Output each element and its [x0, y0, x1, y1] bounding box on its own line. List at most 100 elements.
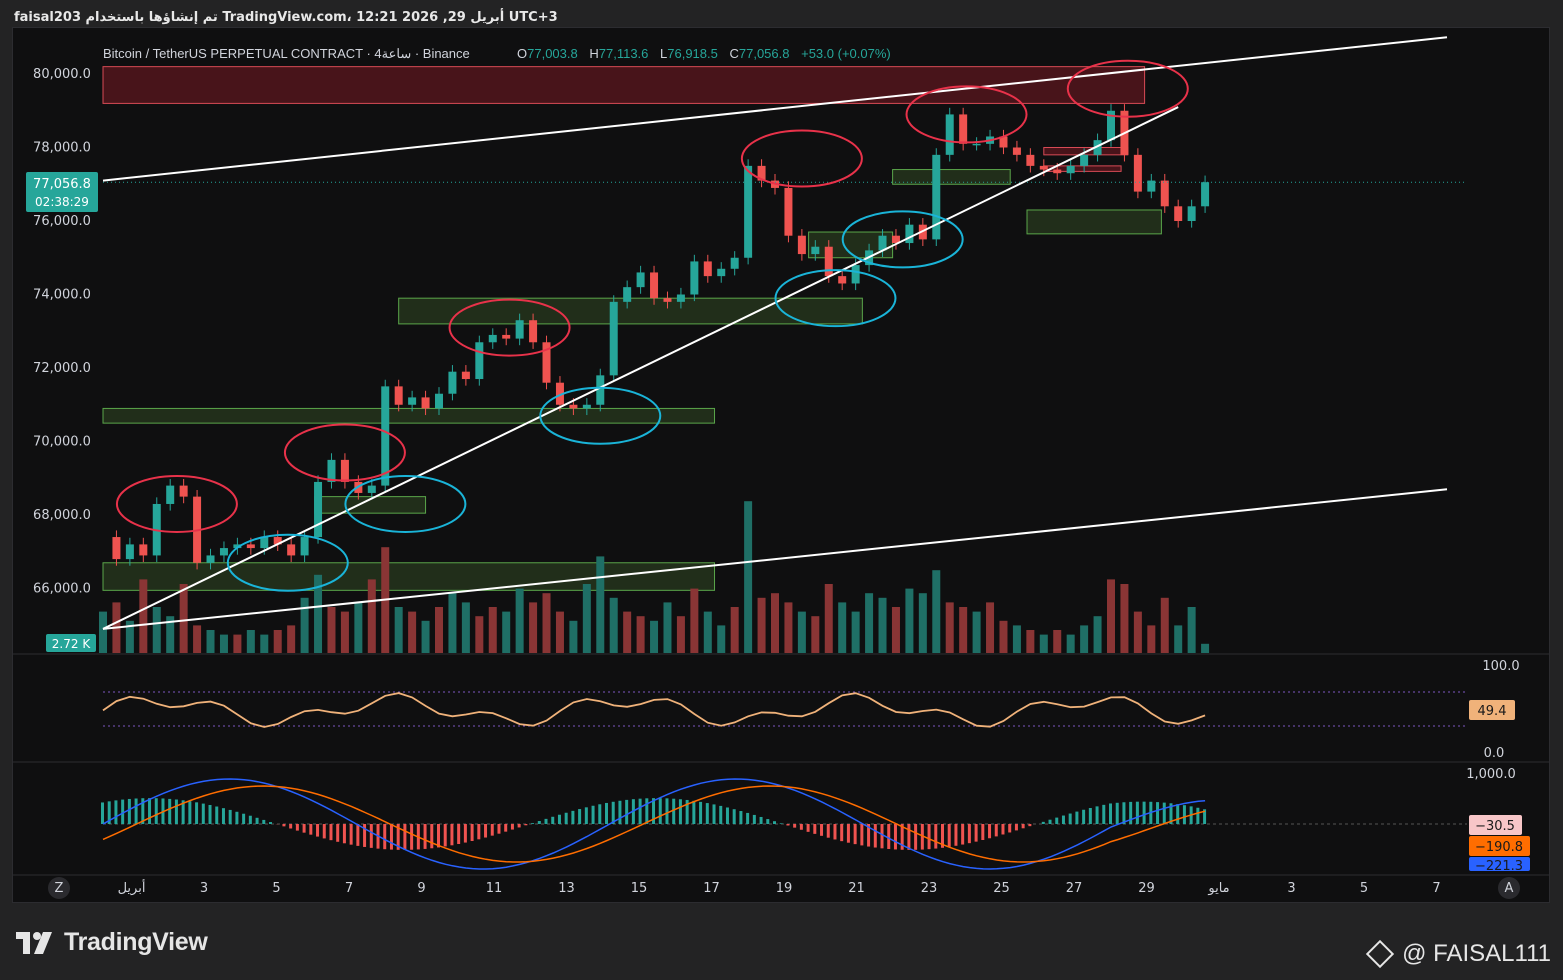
- macd-signal-tag: −190.8: [1475, 840, 1523, 855]
- macd-histogram-bar: [349, 824, 353, 845]
- l-value: 76,918.5: [667, 46, 718, 61]
- candle-body: [824, 246, 833, 277]
- volume-bar: [515, 588, 524, 653]
- macd-histogram-bar: [712, 804, 716, 824]
- macd-histogram-bar: [1109, 803, 1112, 824]
- rsi-line: [102, 692, 1206, 728]
- volume-bar: [421, 620, 430, 653]
- volume-bar: [1201, 643, 1210, 653]
- volume-bar: [1012, 625, 1021, 653]
- candle-body: [811, 246, 820, 255]
- macd-histogram-bar: [658, 798, 662, 824]
- macd-histogram-bar: [994, 824, 998, 837]
- macd-histogram-bar: [242, 813, 246, 824]
- macd-hist-tag: −30.5: [1475, 819, 1515, 834]
- macd-histogram-bar: [759, 816, 763, 824]
- macd-histogram-bar: [517, 824, 521, 828]
- candle-body: [838, 276, 847, 284]
- volume-bar: [300, 597, 309, 653]
- volume-bar: [475, 616, 484, 653]
- candle-body: [1039, 165, 1048, 170]
- volume-bar: [529, 602, 538, 653]
- macd-histogram-bar: [450, 824, 454, 846]
- volume-bar: [1066, 634, 1075, 653]
- volume-bar: [771, 593, 779, 653]
- volume-bar: [448, 593, 457, 653]
- volume-bar: [1107, 579, 1115, 653]
- macd-histogram-bar: [248, 815, 252, 824]
- macd-histogram-bar: [732, 809, 736, 824]
- h-label: H: [589, 46, 598, 61]
- macd-histogram-bar: [961, 824, 965, 845]
- macd-histogram-bar: [692, 800, 696, 824]
- macd-histogram-bar: [1001, 824, 1005, 835]
- c-label: C: [729, 46, 738, 61]
- candle-body: [125, 544, 134, 560]
- candle-body: [394, 386, 403, 405]
- volume-bar: [327, 607, 336, 653]
- tradingview-logo[interactable]: TradingView: [16, 928, 208, 957]
- candle-body: [797, 235, 806, 255]
- volume-bar: [488, 607, 497, 653]
- macd-histogram-bar: [430, 824, 434, 849]
- macd-histogram-bar: [551, 816, 555, 824]
- macd-histogram-bar: [524, 824, 528, 826]
- candle-body: [703, 261, 712, 277]
- volume-bar: [1026, 630, 1035, 653]
- macd-histogram-bar: [329, 824, 333, 841]
- macd-histogram-bar: [1082, 809, 1086, 824]
- macd-histogram-bar: [201, 803, 205, 824]
- volume-bar: [273, 630, 282, 653]
- volume-bar: [851, 611, 860, 653]
- macd-histogram-bar: [1162, 802, 1166, 824]
- price-chart[interactable]: 100.0 0.0 1,000.0 80,000.0 78,000.0 76,000.…: [12, 27, 1550, 903]
- time-tick-label: مايو: [1207, 881, 1229, 896]
- macd-histogram-bar: [195, 802, 199, 824]
- macd-histogram-bar: [887, 824, 891, 849]
- candle-body: [206, 555, 215, 563]
- volume-bar: [663, 602, 672, 653]
- macd-histogram-bar: [356, 824, 360, 846]
- macd-histogram-bar: [779, 823, 783, 824]
- macd-histogram-bar: [584, 807, 588, 824]
- volume-bar: [797, 611, 806, 653]
- volume-bar: [1174, 625, 1183, 653]
- macd-histogram-bar: [443, 824, 447, 847]
- volume-bar: [542, 593, 551, 653]
- volume-bar: [986, 602, 995, 653]
- h-value: 77,113.6: [599, 46, 649, 61]
- candle-body: [1012, 147, 1021, 155]
- macd-histogram-bar: [228, 809, 232, 824]
- macd-histogram-bar: [1095, 806, 1099, 824]
- volume-bar: [945, 602, 954, 653]
- time-tick-label: 3: [200, 881, 208, 896]
- volume-bar: [972, 611, 981, 653]
- volume-bar: [233, 634, 242, 653]
- volume-bar: [636, 616, 645, 653]
- volume-bar: [730, 607, 739, 653]
- volume-bar: [1093, 616, 1102, 653]
- volume-bar: [99, 611, 107, 653]
- volume-bar: [959, 607, 968, 653]
- volume-bar: [1160, 597, 1169, 653]
- macd-histogram-bar: [699, 801, 703, 824]
- macd-histogram-bar: [1061, 815, 1065, 824]
- macd-histogram-bar: [235, 811, 239, 824]
- annotation-ellipses: [115, 59, 1189, 592]
- volume-bar: [569, 620, 578, 653]
- price-tag-price: 77,056.8: [33, 177, 91, 192]
- macd-histogram-bar: [437, 824, 440, 848]
- price-tag: 77,056.8 02:38:29: [26, 172, 98, 212]
- macd-histogram-bar: [255, 817, 259, 824]
- rsi-pane: 100.0 0.0: [102, 659, 1520, 761]
- volume-bar: [1147, 625, 1156, 653]
- macd-histogram-bar: [1014, 824, 1018, 831]
- macd-histogram-bar: [322, 824, 326, 839]
- candle-body: [461, 371, 470, 380]
- candle-body: [623, 287, 632, 302]
- candle-body: [219, 548, 228, 556]
- candle-body: [730, 257, 739, 269]
- time-tick-label: 3: [1287, 881, 1295, 896]
- volume-bar: [999, 620, 1008, 653]
- legend-symbol: Bitcoin / TetherUS PERPETUAL CONTRACT · …: [103, 46, 470, 61]
